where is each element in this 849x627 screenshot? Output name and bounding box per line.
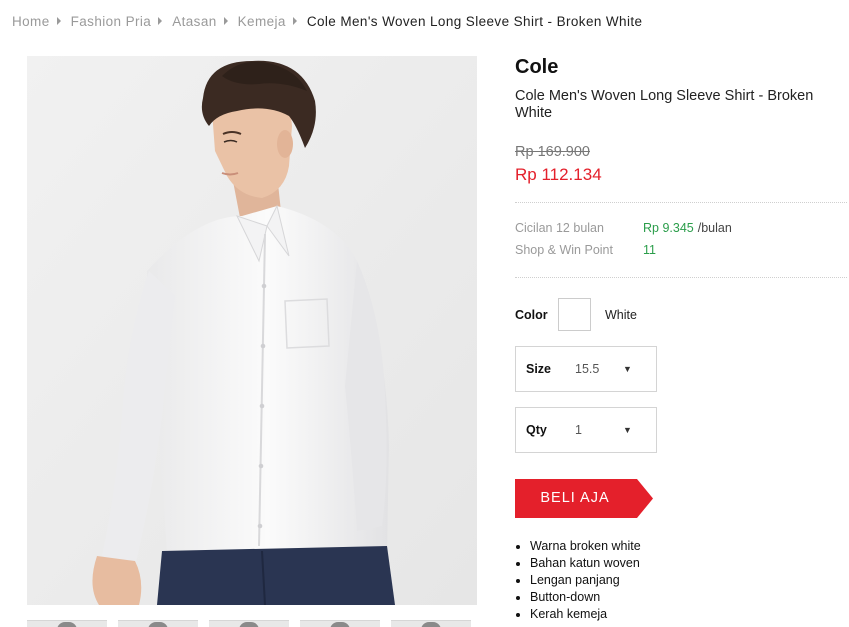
breadcrumb-atasan[interactable]: Atasan <box>172 14 216 29</box>
thumbnail-figure <box>148 622 168 627</box>
breadcrumb-home[interactable]: Home <box>12 14 50 29</box>
breadcrumb-current: Cole Men's Woven Long Sleeve Shirt - Bro… <box>306 13 643 29</box>
thumbnail-strip <box>27 620 477 627</box>
color-name: White <box>605 307 637 322</box>
breadcrumb-chevron-icon <box>56 17 61 25</box>
thumbnail-figure <box>421 622 441 627</box>
original-price: Rp 169.900 <box>515 144 590 160</box>
caret-down-icon: ▼ <box>623 425 632 435</box>
breadcrumb-chevron-icon <box>158 17 163 25</box>
buy-now-label: BELI AJA <box>540 490 610 506</box>
breadcrumb-fashion-pria[interactable]: Fashion Pria <box>71 14 152 29</box>
breadcrumb-kemeja[interactable]: Kemeja <box>238 14 286 29</box>
thumbnail-image[interactable] <box>391 620 471 627</box>
breadcrumb: Home Fashion Pria Atasan Kemeja Cole Men… <box>12 12 642 30</box>
caret-down-icon: ▼ <box>623 364 632 374</box>
divider <box>515 202 847 203</box>
thumbnail-figure <box>330 622 350 627</box>
thumbnail-image[interactable] <box>209 620 289 627</box>
thumbnail-figure <box>57 622 77 627</box>
buy-now-button[interactable]: BELI AJA <box>515 479 653 518</box>
size-select[interactable]: Size 15.5 ▼ <box>515 346 657 392</box>
thumbnail-image[interactable] <box>27 620 107 627</box>
installment-label: Cicilan 12 bulan <box>515 221 604 235</box>
qty-select[interactable]: Qty 1 ▼ <box>515 407 657 453</box>
thumbnail-figure <box>239 622 259 627</box>
model-photo <box>27 56 477 605</box>
breadcrumb-chevron-icon <box>223 17 228 25</box>
breadcrumb-chevron-icon <box>292 17 297 25</box>
thumbnail-image[interactable] <box>118 620 198 627</box>
feature-list: Warna broken white Bahan katun woven Len… <box>515 538 641 623</box>
points-value: 11 <box>643 243 656 257</box>
installment-value: Rp 9.345 <box>643 221 694 235</box>
list-item: Button-down <box>515 589 641 606</box>
discounted-price: Rp 112.134 <box>515 165 602 184</box>
product-title: Cole Men's Woven Long Sleeve Shirt - Bro… <box>515 88 814 121</box>
color-selector: Color White <box>515 298 637 331</box>
size-label: Size <box>526 362 552 376</box>
installment-row: Cicilan 12 bulan Rp 9.345 /bulan <box>515 221 732 235</box>
list-item: Bahan katun woven <box>515 555 641 572</box>
qty-label: Qty <box>526 423 547 437</box>
list-item: Kerah kemeja <box>515 606 641 623</box>
list-item: Lengan panjang <box>515 572 641 589</box>
list-item: Warna broken white <box>515 538 641 555</box>
points-row: Shop & Win Point 11 <box>515 243 656 257</box>
qty-value: 1 <box>575 423 582 437</box>
brand-name[interactable]: Cole <box>515 56 558 79</box>
color-label: Color <box>515 307 548 322</box>
thumbnail-image[interactable] <box>300 620 380 627</box>
product-image[interactable] <box>27 56 477 605</box>
points-label: Shop & Win Point <box>515 243 613 257</box>
color-swatch-white[interactable] <box>558 298 591 331</box>
installment-unit: /bulan <box>697 221 732 235</box>
divider <box>515 277 847 278</box>
size-value: 15.5 <box>575 362 600 376</box>
